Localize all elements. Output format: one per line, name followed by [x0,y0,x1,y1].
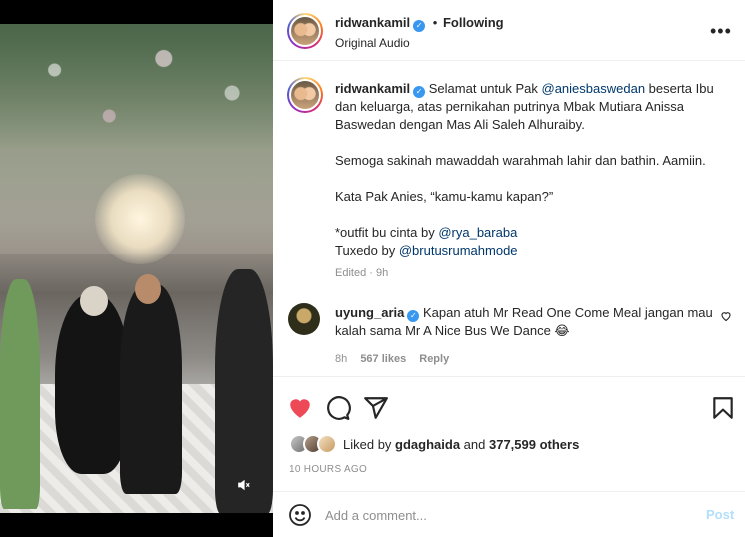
verified-badge-icon: ✓ [413,86,426,98]
liker-avatar[interactable] [317,434,337,454]
actions-section: Liked by gdaghaida and 377,599 others 10… [273,376,745,499]
author-avatar[interactable] [287,13,323,49]
following-button[interactable]: Following [443,15,504,30]
caption-text: ridwankamil ✓ Selamat untuk Pak @aniesbas… [335,80,730,260]
guest-left [0,279,40,509]
caption-part: *outfit bu cinta by [335,225,439,240]
caption-paragraph: Semoga sakinah mawaddah warahmah lahir d… [335,153,706,168]
comment-item: uyung_aria ✓ Kapan atuh Mr Read One Come … [273,291,745,376]
author-line: ridwankamil ✓ • Following [335,15,504,32]
chandelier [95,174,185,264]
more-options-icon[interactable]: ••• [710,21,732,42]
comment-likes[interactable]: 567 likes [360,353,406,365]
caption-paragraph: Kata Pak Anies, “kamu-kamu kapan?” [335,189,554,204]
liked-by-user[interactable]: gdaghaida [395,437,460,452]
woman-in-black-gown [55,294,130,474]
comment-input[interactable] [325,504,685,526]
liked-by-and: and [460,436,489,452]
mention-link[interactable]: @brutusrumahmode [399,243,518,258]
video-player[interactable] [0,24,273,513]
likes-count[interactable]: 377,599 others [489,437,579,452]
comment-text: uyung_aria ✓ Kapan atuh Mr Read One Come … [335,304,715,340]
caption-section: ridwankamil ✓ Selamat untuk Pak @aniesbas… [273,61,745,291]
comment-icon[interactable] [325,395,351,421]
comment-time: 8h [335,353,348,365]
post-media[interactable] [0,0,273,537]
muted-speaker-icon [238,479,250,491]
comment-meta: 8h 567 likes Reply [335,353,459,365]
commenter-avatar[interactable] [288,303,320,335]
liker-avatars [289,434,339,454]
post-details-panel: ridwankamil ✓ • Following Original Audio … [273,0,745,537]
mute-button[interactable] [229,470,259,500]
share-send-icon[interactable] [363,395,389,421]
likes-summary: Liked by gdaghaida and 377,599 others [289,434,579,454]
separator-dot: • [432,15,438,30]
emoji-icon[interactable] [288,503,312,527]
caption-part: Selamat untuk Pak [428,81,542,96]
post-timestamp[interactable]: 10 HOURS AGO [289,464,367,475]
post-comment-button[interactable]: Post [706,507,734,522]
caption-username[interactable]: ridwankamil [335,81,410,96]
man-head [135,274,161,304]
edited-timestamp: Edited · 9h [335,267,389,279]
caption-part: Tuxedo by [335,243,399,258]
save-bookmark-icon[interactable] [710,395,736,421]
verified-badge-icon: ✓ [407,310,420,322]
reply-button[interactable]: Reply [419,353,449,365]
post-header: ridwankamil ✓ • Following Original Audio … [273,0,745,61]
caption-author-avatar[interactable] [287,77,323,113]
man-in-tuxedo [120,284,182,494]
liked-by-text: Liked by gdaghaida and 377,599 others [343,437,579,452]
author-username[interactable]: ridwankamil [335,15,410,30]
liked-by-prefix: Liked by [343,436,396,452]
add-comment-bar: Post [273,491,745,537]
verified-badge-icon: ✓ [413,20,426,32]
mention-link[interactable]: @aniesbaswedan [542,81,646,96]
mention-link[interactable]: @rya_baraba [438,225,517,240]
original-audio-link[interactable]: Original Audio [335,36,410,50]
comment-like-heart-icon[interactable] [720,310,732,325]
commenter-username[interactable]: uyung_aria [335,305,404,320]
woman-head [80,286,108,316]
liked-heart-icon[interactable] [287,395,313,421]
